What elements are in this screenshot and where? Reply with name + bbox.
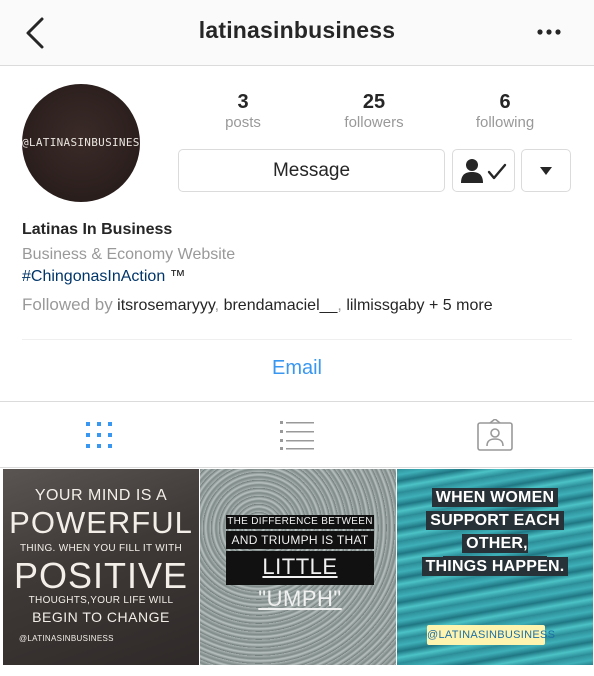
- person-check-icon: [460, 158, 506, 183]
- bio-hashtag-link[interactable]: #ChingonasInAction: [22, 268, 165, 285]
- post-thumbnail[interactable]: WHEN WOMEN SUPPORT EACH OTHER, INCREDIBL…: [397, 469, 593, 665]
- post-text: THINGS HAPPEN.: [421, 557, 569, 576]
- post-text-line: SUPPORT EACH: [409, 510, 581, 532]
- tab-grid-view[interactable]: [0, 402, 198, 468]
- tab-list-view[interactable]: [198, 402, 396, 468]
- following-count-label: following: [475, 114, 535, 131]
- list-icon: [280, 421, 314, 450]
- followers-count-label: followers: [344, 114, 404, 131]
- email-contact-button[interactable]: Email: [0, 357, 594, 380]
- more-followers-link[interactable]: + 5 more: [429, 297, 493, 314]
- tab-tagged-view[interactable]: [396, 402, 594, 468]
- profile-view-tabs: [0, 401, 594, 468]
- post-text: SUPPORT EACH: [426, 511, 564, 530]
- follower-username[interactable]: itsrosemaryyy: [117, 297, 215, 314]
- tagged-icon: [477, 419, 513, 451]
- followers-count-value: 25: [362, 91, 386, 113]
- follower-username[interactable]: brendamaciel__: [224, 297, 338, 314]
- top-nav-bar: latinasinbusiness: [0, 0, 594, 66]
- more-options-button[interactable]: [534, 22, 564, 42]
- avatar-logo-text: @LATINASINBUSINESS: [22, 136, 140, 149]
- following-count-value: 6: [499, 91, 511, 113]
- profile-category: Business & Economy Website: [22, 246, 236, 263]
- post-text: THE DIFFERENCE BETWEEN TRY: [226, 515, 374, 541]
- followed-by-line[interactable]: Followed by itsrosemaryyy, brendamaciel_…: [22, 295, 582, 316]
- bio-divider: [22, 339, 572, 340]
- post-thumbnail[interactable]: THE DIFFERENCE BETWEEN TRY AND TRIUMPH I…: [200, 469, 396, 665]
- message-button[interactable]: Message: [178, 149, 445, 192]
- post-text: AND TRIUMPH IS THAT: [226, 531, 374, 549]
- profile-full-name: Latinas In Business: [22, 221, 173, 238]
- posts-count[interactable]: 3 posts: [183, 90, 303, 132]
- trademark-symbol: ™: [165, 268, 186, 285]
- post-text: THOUGHTS,YOUR LIFE WILL: [28, 595, 174, 606]
- post-handle-text: @LATINASINBUSINESS: [427, 625, 555, 645]
- followed-by-label: Followed by: [22, 295, 113, 314]
- followers-count[interactable]: 25 followers: [314, 90, 434, 132]
- post-handle-text: @LATINASINBUSINESS: [19, 634, 114, 643]
- suggested-accounts-dropdown[interactable]: [521, 149, 571, 192]
- post-text: LITTLE "UMPH": [226, 551, 374, 611]
- profile-username-title: latinasinbusiness: [198, 17, 396, 43]
- profile-bio: Latinas In Business Business & Economy W…: [22, 220, 582, 316]
- comma-separator: ,: [337, 297, 347, 314]
- triangle-down-icon: [540, 166, 552, 175]
- following-toggle-button[interactable]: [452, 149, 515, 192]
- post-text: POSITIVE: [13, 555, 189, 596]
- post-text-line: WHEN WOMEN: [409, 487, 581, 509]
- posts-count-value: 3: [237, 91, 249, 113]
- follower-username[interactable]: lilmissgaby: [346, 297, 424, 314]
- grid-icon: [86, 422, 112, 448]
- post-text: POWERFUL: [9, 505, 193, 540]
- post-text: WHEN WOMEN: [431, 488, 559, 507]
- profile-avatar[interactable]: @LATINASINBUSINESS: [22, 84, 140, 202]
- bio-hashtag-line: #ChingonasInAction ™: [22, 267, 582, 287]
- posts-grid: YOUR MIND IS A POWERFUL THING. WHEN YOU …: [0, 469, 594, 676]
- post-text-line: THINGS HAPPEN.: [409, 556, 581, 578]
- post-text: THING. WHEN YOU FILL IT WITH: [19, 543, 183, 554]
- following-count[interactable]: 6 following: [445, 90, 565, 132]
- post-thumbnail[interactable]: YOUR MIND IS A POWERFUL THING. WHEN YOU …: [3, 469, 199, 665]
- post-text: YOUR MIND IS A: [34, 487, 168, 504]
- message-button-label: Message: [272, 159, 351, 181]
- posts-count-label: posts: [225, 114, 261, 131]
- ellipsis-icon: [537, 29, 561, 35]
- comma-separator: ,: [214, 297, 224, 314]
- post-text: BEGIN TO CHANGE: [32, 609, 170, 625]
